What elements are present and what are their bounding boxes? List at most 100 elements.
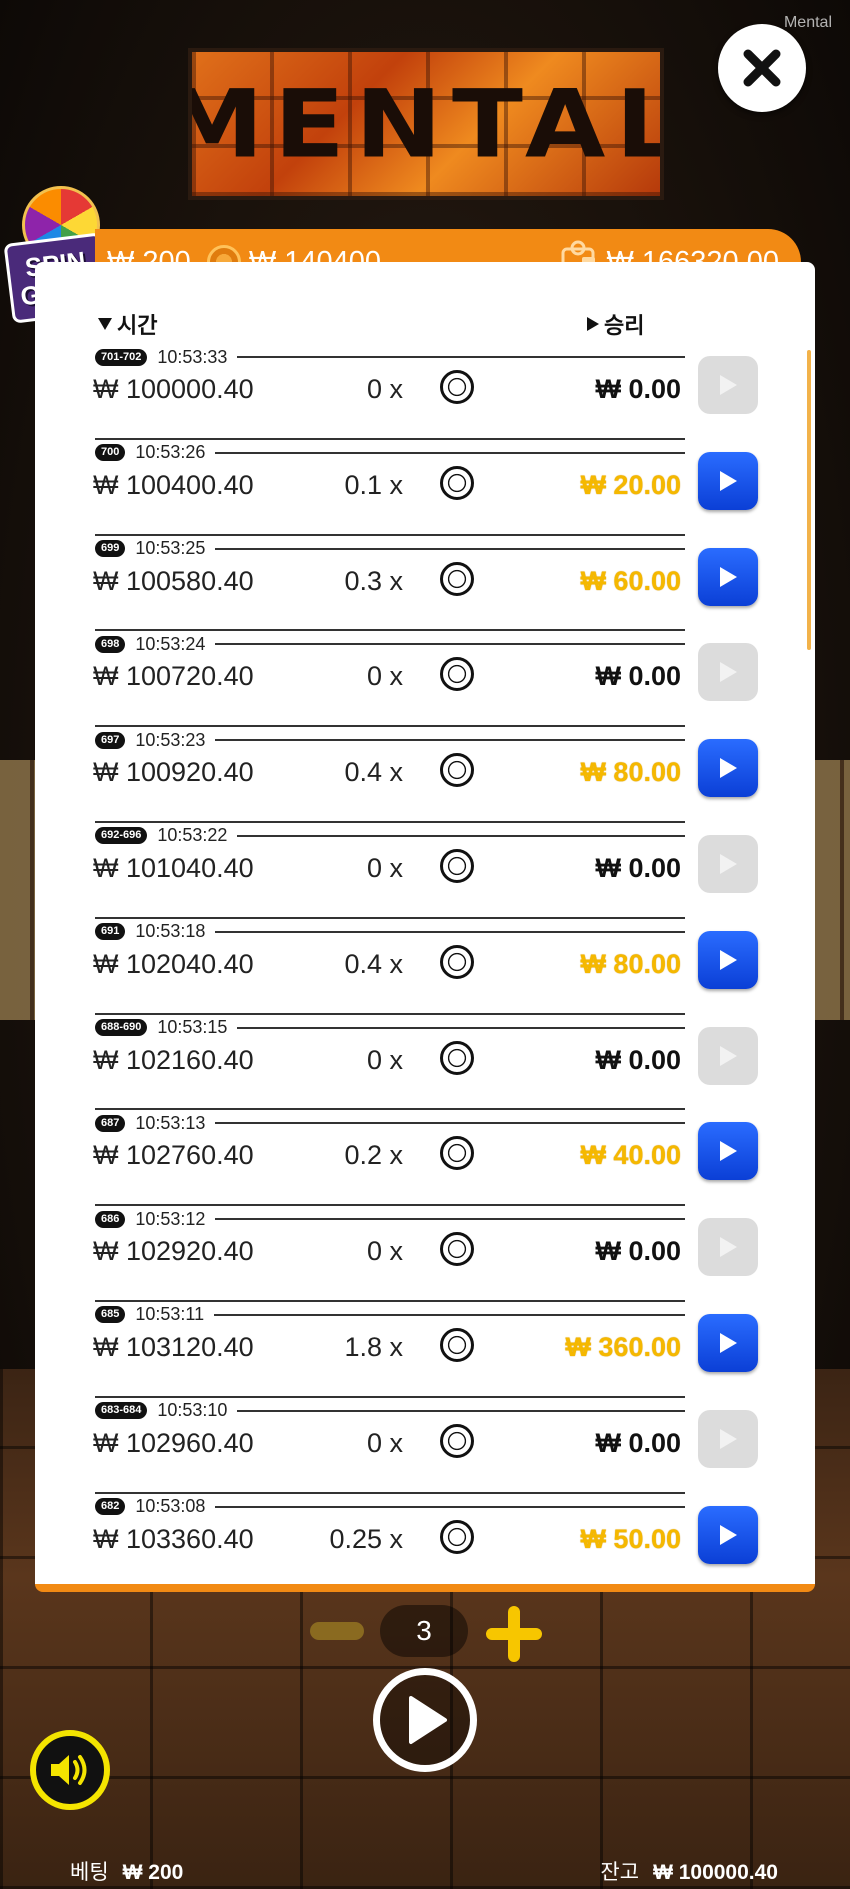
- sort-by-win-header[interactable]: 승리: [586, 308, 644, 340]
- coin-stack-icon: [440, 1232, 474, 1267]
- coin-stack-icon: [440, 657, 474, 692]
- sort-by-time-header[interactable]: 시간: [97, 308, 157, 340]
- replay-button[interactable]: [698, 1218, 758, 1277]
- play-icon: [720, 470, 737, 491]
- play-icon: [720, 758, 737, 779]
- coin-stack-icon: [440, 370, 474, 404]
- coin-stack-icon: [440, 1327, 474, 1362]
- coin-stack-icon: [440, 1423, 474, 1458]
- coin-stack-icon: [440, 1040, 474, 1075]
- row-divider: [237, 834, 685, 837]
- row-multiplier: 0.25 x: [329, 1523, 403, 1554]
- row-meta: 697 10:53:23: [95, 727, 685, 753]
- row-balance: ₩ 100920.40: [93, 757, 254, 788]
- row-multiplier: 0.2 x: [344, 1140, 403, 1171]
- sound-toggle-button[interactable]: [30, 1730, 110, 1810]
- close-icon: [743, 49, 781, 87]
- play-icon: [720, 949, 737, 970]
- replay-button[interactable]: [698, 834, 758, 893]
- row-win: ₩ 40.00: [580, 1140, 681, 1171]
- row-time: 10:53:15: [157, 1017, 228, 1038]
- stepper-value: 3: [380, 1605, 468, 1657]
- footer-balance-label: 잔고: [600, 1861, 640, 1884]
- spin-play-button[interactable]: [373, 1668, 477, 1772]
- row-divider: [215, 643, 685, 646]
- row-time: 10:53:23: [135, 729, 206, 750]
- replay-button[interactable]: [698, 1122, 758, 1181]
- row-win: ₩ 0.00: [595, 661, 681, 692]
- row-meta: 688-690 10:53:15: [95, 1015, 685, 1041]
- replay-button[interactable]: [698, 739, 758, 798]
- footer-bet-value: ₩ 200: [122, 1861, 184, 1884]
- footer-bet-label: 베팅: [70, 1861, 109, 1884]
- row-meta: 682 10:53:08: [95, 1494, 685, 1520]
- replay-button[interactable]: [698, 1026, 758, 1085]
- replay-button[interactable]: [698, 356, 758, 414]
- row-balance: ₩ 100400.40: [93, 469, 254, 500]
- round-badge: 698: [95, 635, 126, 653]
- row-win: ₩ 80.00: [580, 757, 681, 788]
- row-meta: 701-702 10:53:33: [95, 344, 685, 370]
- play-icon: [720, 566, 737, 587]
- play-icon: [720, 662, 737, 683]
- replay-button[interactable]: [698, 1505, 758, 1564]
- history-row: 701-702 10:53:33 ₩ 100000.40 0 x ₩ 0.00: [35, 344, 815, 440]
- row-win: ₩ 360.00: [565, 1331, 681, 1362]
- row-multiplier: 0.4 x: [344, 948, 403, 979]
- row-balance: ₩ 102920.40: [93, 1236, 254, 1267]
- play-icon: [720, 1524, 737, 1545]
- history-row: 683-684 10:53:10 ₩ 102960.40 0 x ₩ 0.00: [35, 1398, 815, 1494]
- row-meta: 683-684 10:53:10: [95, 1398, 685, 1424]
- round-badge: 685: [95, 1306, 126, 1324]
- history-row: 700 10:53:26 ₩ 100400.40 0.1 x ₩ 20.00: [35, 440, 815, 536]
- row-meta: 687 10:53:13: [95, 1110, 685, 1136]
- row-time: 10:53:22: [157, 825, 228, 846]
- history-row: 697 10:53:23 ₩ 100920.40 0.4 x ₩ 80.00: [35, 727, 815, 823]
- row-divider: [237, 356, 685, 358]
- row-time: 10:53:25: [135, 538, 206, 559]
- replay-button[interactable]: [698, 930, 758, 989]
- app-watermark: Mental: [783, 14, 832, 31]
- row-meta: 685 10:53:11: [95, 1302, 685, 1328]
- row-time: 10:53:10: [157, 1400, 228, 1421]
- decrease-button[interactable]: [310, 1622, 364, 1640]
- row-divider: [215, 1122, 685, 1125]
- row-time: 10:53:13: [135, 1112, 206, 1133]
- speaker-icon: [51, 1755, 87, 1785]
- history-row: 692-696 10:53:22 ₩ 101040.40 0 x ₩ 0.00: [35, 823, 815, 919]
- row-divider: [215, 930, 685, 933]
- row-time: 10:53:12: [135, 1208, 206, 1229]
- coin-stack-icon: [440, 753, 474, 788]
- row-balance: ₩ 100720.40: [93, 661, 254, 692]
- row-multiplier: 0 x: [366, 661, 403, 692]
- replay-button[interactable]: [698, 1409, 758, 1468]
- row-balance: ₩ 100580.40: [93, 565, 254, 596]
- history-panel: 시간 승리 701-702 10:53:33 ₩ 100000.40 0 x ₩ 0.0…: [35, 262, 815, 1592]
- plus-icon: [486, 1606, 542, 1662]
- row-balance: ₩ 101040.40: [93, 852, 254, 883]
- row-multiplier: 0 x: [366, 852, 403, 883]
- play-icon: [720, 375, 737, 395]
- increase-button[interactable]: [486, 1606, 542, 1662]
- round-badge: 686: [95, 1210, 126, 1228]
- row-meta: 692-696 10:53:22: [95, 823, 685, 849]
- round-badge: 701-702: [95, 348, 148, 366]
- play-icon: [720, 1237, 737, 1258]
- round-badge: 687: [95, 1114, 126, 1132]
- row-balance: ₩ 102960.40: [93, 1427, 254, 1458]
- row-win: ₩ 0.00: [595, 1427, 681, 1458]
- replay-button[interactable]: [698, 547, 758, 606]
- replay-button[interactable]: [698, 1313, 758, 1372]
- sort-right-icon: [587, 317, 599, 331]
- row-multiplier: 0.3 x: [344, 565, 403, 596]
- row-balance: ₩ 103120.40: [93, 1331, 254, 1362]
- round-badge: 699: [95, 540, 126, 558]
- row-meta: 698 10:53:24: [95, 631, 685, 657]
- row-win: ₩ 0.00: [595, 374, 681, 404]
- replay-button[interactable]: [698, 643, 758, 702]
- close-button[interactable]: [718, 24, 806, 112]
- replay-button[interactable]: [698, 451, 758, 510]
- row-divider: [215, 739, 685, 742]
- row-win: ₩ 60.00: [580, 565, 681, 596]
- row-multiplier: 0.4 x: [344, 757, 403, 788]
